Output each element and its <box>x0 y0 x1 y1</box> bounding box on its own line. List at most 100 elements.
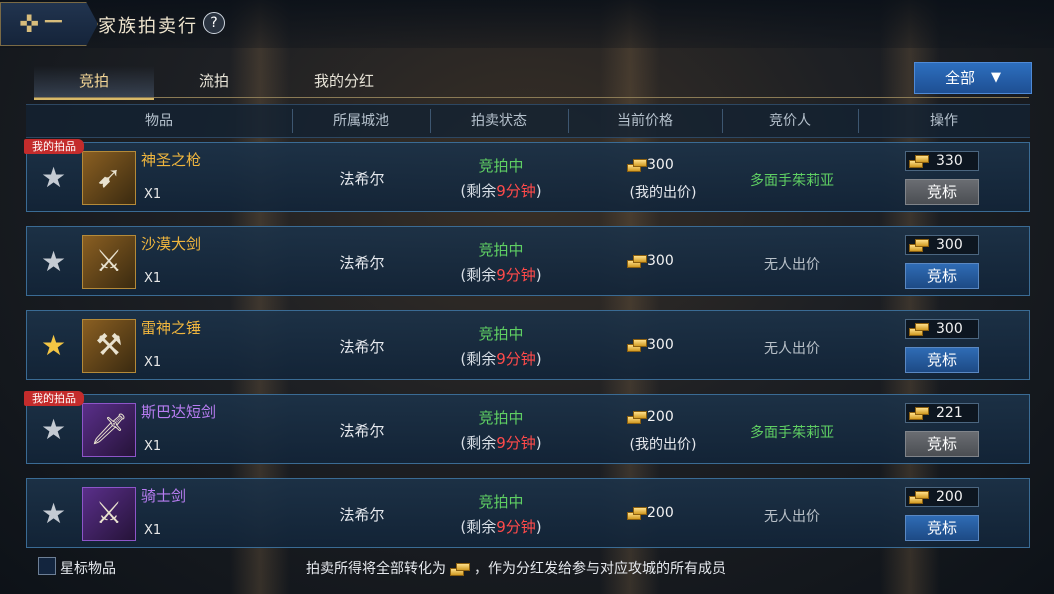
page-title: 家族拍卖行 <box>98 16 198 37</box>
dividend-info-text: 拍卖所得将全部转化为 ，作为分红发给参与对应攻城的所有成员 <box>306 558 726 578</box>
remaining-prefix: (剩余 <box>460 434 497 452</box>
starred-filter-label: 星标物品 <box>60 561 116 577</box>
item-name: 斯巴达短剑 <box>141 403 217 421</box>
bidder-name: 无人出价 <box>764 509 820 525</box>
remaining-prefix: (剩余 <box>460 266 497 284</box>
hammer-icon: ⚒ <box>95 328 123 363</box>
price-value: 200 <box>647 505 674 521</box>
bid-value: 300 <box>936 237 963 253</box>
star-icon[interactable]: ★ <box>41 163 66 193</box>
remaining-suffix: ) <box>535 434 542 452</box>
bid-button[interactable]: 竞标 <box>905 347 979 373</box>
star-icon[interactable]: ★ <box>41 331 66 361</box>
item-quantity: X1 <box>144 271 162 286</box>
bid-value: 221 <box>936 405 963 421</box>
item-icon-spartan-shortsword[interactable]: 🗡 <box>82 403 136 457</box>
tab-bidding[interactable]: 竞拍 <box>34 66 154 100</box>
bid-amount-field[interactable]: 200 <box>905 487 979 507</box>
item-icon-knight-sword[interactable]: ⚔ <box>82 487 136 541</box>
remaining-suffix: ) <box>535 182 542 200</box>
gold-bar-icon <box>627 159 647 172</box>
my-bid-note: (我的出价) <box>629 437 697 453</box>
item-quantity: X1 <box>144 187 162 202</box>
column-header-city: 所属城池 <box>333 113 389 129</box>
back-button[interactable]: ✜ ━━ <box>0 2 98 46</box>
item-icon-holy-spear[interactable]: ➹ <box>82 151 136 205</box>
remaining-suffix: ) <box>535 518 542 536</box>
sword-icon: ⚔ <box>95 496 123 531</box>
my-item-badge: 我的拍品 <box>24 139 84 154</box>
bidder-name: 多面手茱莉亚 <box>750 425 834 441</box>
gold-bar-icon <box>627 507 647 520</box>
star-icon[interactable]: ★ <box>41 247 66 277</box>
column-header-action: 操作 <box>930 113 958 129</box>
help-button[interactable]: ? <box>203 12 225 34</box>
auction-status: 竞拍中 <box>478 241 524 259</box>
time-remaining: (剩余9分钟) <box>439 348 563 369</box>
starred-filter-checkbox[interactable] <box>38 557 56 575</box>
gold-bar-icon <box>627 339 647 352</box>
dropdown-arrow-icon: ▼ <box>991 70 1001 85</box>
item-icon-thunder-hammer[interactable]: ⚒ <box>82 319 136 373</box>
bidder-name: 无人出价 <box>764 257 820 273</box>
item-icon-desert-greatsword[interactable]: ⚔ <box>82 235 136 289</box>
price-value: 200 <box>647 409 674 425</box>
remaining-prefix: (剩余 <box>460 350 497 368</box>
remaining-time: 9分钟 <box>496 350 536 368</box>
time-remaining: (剩余9分钟) <box>439 516 563 537</box>
column-header-item: 物品 <box>145 113 173 129</box>
star-icon[interactable]: ★ <box>41 415 66 445</box>
item-name: 神圣之枪 <box>141 151 202 169</box>
table-row: ★ 🗡 斯巴达短剑 X1 法希尔 竞拍中 (剩余9分钟) 200 (我的出价) … <box>26 394 1030 464</box>
auction-status: 竞拍中 <box>478 325 524 343</box>
bid-amount-field[interactable]: 221 <box>905 403 979 423</box>
city-name: 法希尔 <box>339 254 385 272</box>
gold-bar-icon <box>450 563 470 576</box>
table-row: ★ ⚔ 沙漠大剑 X1 法希尔 竞拍中 (剩余9分钟) 300 无人出价 300… <box>26 226 1030 296</box>
bid-amount-field[interactable]: 330 <box>905 151 979 171</box>
table-row: ★ ➹ 神圣之枪 X1 法希尔 竞拍中 (剩余9分钟) 300 (我的出价) 多… <box>26 142 1030 212</box>
gold-bar-icon <box>627 255 647 268</box>
filter-dropdown[interactable]: 全部 ▼ <box>914 62 1032 94</box>
price-value: 300 <box>647 253 674 269</box>
gold-bar-icon <box>909 323 929 336</box>
bidder-name: 无人出价 <box>764 341 820 357</box>
city-name: 法希尔 <box>339 506 385 524</box>
star-icon[interactable]: ★ <box>41 499 66 529</box>
bid-amount-field[interactable]: 300 <box>905 235 979 255</box>
remaining-time: 9分钟 <box>496 518 536 536</box>
bid-button[interactable]: 竞标 <box>905 515 979 541</box>
bid-value: 300 <box>936 321 963 337</box>
tab-my-dividend[interactable]: 我的分红 <box>274 66 414 98</box>
my-bid-note: (我的出价) <box>629 185 697 201</box>
remaining-time: 9分钟 <box>496 266 536 284</box>
bid-button[interactable]: 竞标 <box>905 179 979 205</box>
auction-status: 竞拍中 <box>478 493 524 511</box>
remaining-suffix: ) <box>535 350 542 368</box>
bid-button[interactable]: 竞标 <box>905 263 979 289</box>
auction-status: 竞拍中 <box>478 409 524 427</box>
city-name: 法希尔 <box>339 170 385 188</box>
column-header-bidder: 竞价人 <box>769 113 811 129</box>
remaining-time: 9分钟 <box>496 182 536 200</box>
filter-label: 全部 <box>945 69 976 87</box>
time-remaining: (剩余9分钟) <box>439 264 563 285</box>
cross-emblem-icon: ✜ <box>19 10 40 38</box>
gold-bar-icon <box>909 491 929 504</box>
price-value: 300 <box>647 337 674 353</box>
item-quantity: X1 <box>144 523 162 538</box>
bid-amount-field[interactable]: 300 <box>905 319 979 339</box>
table-row: ★ ⚔ 骑士剑 X1 法希尔 竞拍中 (剩余9分钟) 200 无人出价 200 … <box>26 478 1030 548</box>
remaining-prefix: (剩余 <box>460 182 497 200</box>
tab-unsold[interactable]: 流拍 <box>154 66 274 98</box>
bid-button[interactable]: 竞标 <box>905 431 979 457</box>
remaining-prefix: (剩余 <box>460 518 497 536</box>
bid-value: 200 <box>936 489 963 505</box>
spear-icon: ➹ <box>96 160 122 195</box>
time-remaining: (剩余9分钟) <box>439 432 563 453</box>
gold-bar-icon <box>909 239 929 252</box>
dividend-info-suffix: ，作为分红发给参与对应攻城的所有成员 <box>474 561 726 577</box>
time-remaining: (剩余9分钟) <box>439 180 563 201</box>
dagger-icon: 🗡 <box>89 412 129 447</box>
item-name: 骑士剑 <box>141 487 187 505</box>
